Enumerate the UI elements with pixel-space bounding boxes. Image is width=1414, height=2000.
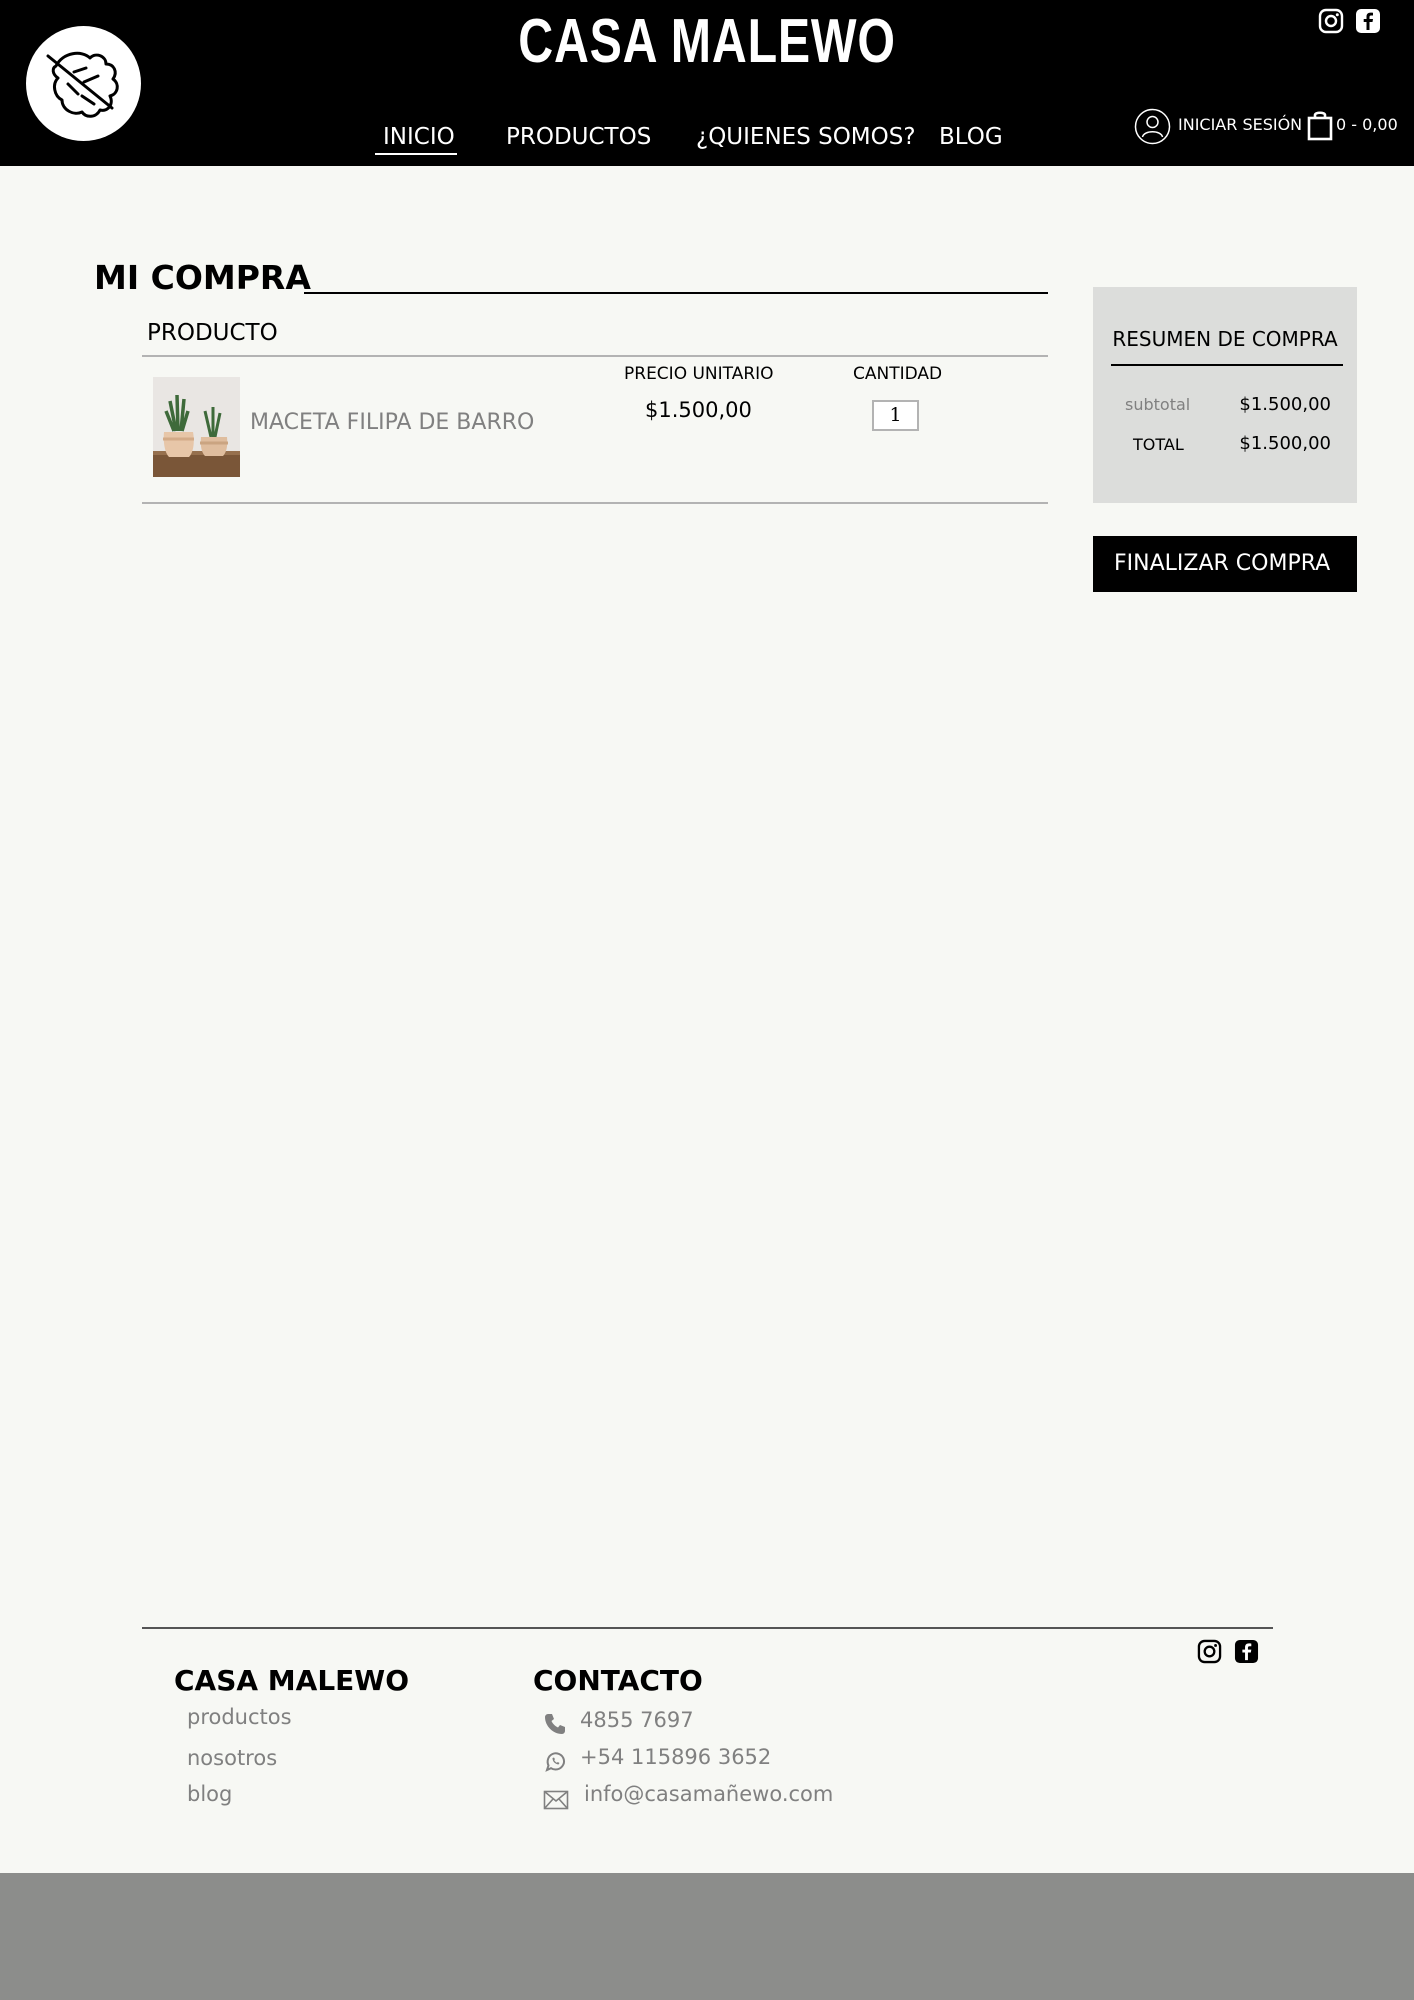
product-image[interactable] — [153, 377, 240, 477]
site-header: CASA MALEWO INICIO PRODUCTOS ¿QUIENES SO… — [0, 0, 1414, 166]
facebook-icon[interactable] — [1234, 1639, 1259, 1664]
total-label: TOTAL — [1133, 435, 1184, 454]
nav-inicio[interactable]: INICIO — [383, 124, 455, 150]
whatsapp-number[interactable]: +54 115896 3652 — [580, 1745, 771, 1769]
checkout-button[interactable]: FINALIZAR COMPRA — [1093, 536, 1357, 592]
phone-icon — [545, 1714, 565, 1734]
subtotal-label: subtotal — [1125, 395, 1191, 414]
shopping-bag-icon[interactable] — [1307, 109, 1333, 141]
nav-blog[interactable]: BLOG — [939, 124, 1003, 150]
unit-price: $1.500,00 — [645, 398, 752, 422]
instagram-icon[interactable] — [1318, 8, 1344, 34]
plant-pots-picture — [153, 377, 240, 477]
footer-link-nosotros[interactable]: nosotros — [187, 1746, 277, 1770]
quantity-input[interactable]: 1 — [872, 400, 919, 431]
instagram-icon[interactable] — [1197, 1639, 1222, 1664]
footer-brand: CASA MALEWO — [174, 1664, 409, 1697]
table-header-divider — [142, 355, 1048, 357]
table-bottom-divider — [142, 502, 1048, 504]
facebook-icon[interactable] — [1355, 8, 1381, 34]
whatsapp-icon — [545, 1752, 566, 1772]
product-column-header: PRODUCTO — [147, 320, 278, 346]
nav-active-underline — [375, 153, 457, 155]
brand-title[interactable]: CASA MALEWO — [156, 6, 1259, 77]
logo[interactable] — [26, 26, 141, 141]
title-divider — [304, 292, 1048, 294]
order-summary-panel: RESUMEN DE COMPRA subtotal $1.500,00 TOT… — [1093, 287, 1357, 503]
contact-title: CONTACTO — [533, 1664, 703, 1697]
footer-divider — [142, 1627, 1273, 1629]
nav-quienes-somos[interactable]: ¿QUIENES SOMOS? — [696, 124, 916, 150]
envelope-icon — [543, 1790, 569, 1810]
page-title: MI COMPRA — [94, 258, 311, 297]
phone-number[interactable]: 4855 7697 — [580, 1708, 694, 1732]
total-value: $1.500,00 — [1239, 433, 1331, 454]
product-name[interactable]: MACETA FILIPA DE BARRO — [250, 410, 534, 435]
nav-productos[interactable]: PRODUCTOS — [506, 124, 651, 150]
summary-title: RESUMEN DE COMPRA — [1112, 327, 1338, 351]
cart-summary[interactable]: 0 - 0,00 — [1336, 115, 1398, 134]
summary-divider — [1111, 364, 1343, 366]
bottom-band — [0, 1873, 1414, 2000]
user-icon[interactable] — [1134, 108, 1171, 145]
footer-link-productos[interactable]: productos — [187, 1705, 292, 1729]
quantity-header: CANTIDAD — [853, 364, 943, 384]
login-link[interactable]: INICIAR SESIÓN — [1178, 115, 1302, 134]
unit-price-header: PRECIO UNITARIO — [624, 364, 774, 384]
monstera-leaf-icon — [46, 51, 119, 118]
email-address[interactable]: info@casamañewo.com — [584, 1782, 833, 1806]
footer-link-blog[interactable]: blog — [187, 1782, 232, 1806]
subtotal-value: $1.500,00 — [1239, 394, 1331, 415]
